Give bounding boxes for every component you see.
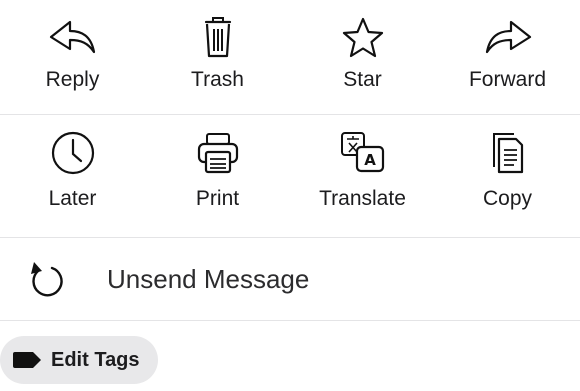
printer-icon [194, 131, 242, 175]
translate-button[interactable]: A Translate [290, 115, 435, 237]
tag-icon [12, 351, 42, 369]
tags-area: Edit Tags [0, 321, 580, 391]
forward-button[interactable]: Forward [435, 0, 580, 114]
forward-label: Forward [468, 68, 547, 91]
copy-icon [484, 131, 532, 175]
forward-icon [484, 16, 532, 60]
star-label: Star [343, 68, 382, 91]
reply-label: Reply [45, 68, 100, 91]
copy-button[interactable]: Copy [435, 115, 580, 237]
translate-icon: A [339, 131, 387, 175]
undo-icon [28, 259, 64, 299]
star-button[interactable]: Star [290, 0, 435, 114]
edit-tags-button[interactable]: Edit Tags [0, 336, 158, 384]
edit-tags-label: Edit Tags [51, 348, 140, 371]
trash-icon [194, 16, 242, 60]
action-sheet: Reply Trash Star Forward Later Print A T… [0, 0, 580, 391]
clock-icon [49, 131, 97, 175]
trash-label: Trash [191, 68, 244, 91]
print-label: Print [195, 187, 240, 210]
actions-row-2: Later Print A Translate Copy [0, 115, 580, 237]
reply-icon [49, 16, 97, 60]
later-button[interactable]: Later [0, 115, 145, 237]
unsend-message-button[interactable]: Unsend Message [0, 238, 580, 320]
star-icon [339, 16, 387, 60]
actions-row-1: Reply Trash Star Forward [0, 0, 580, 114]
copy-label: Copy [482, 187, 533, 210]
svg-text:A: A [364, 151, 376, 169]
unsend-message-label: Unsend Message [107, 264, 310, 294]
reply-button[interactable]: Reply [0, 0, 145, 114]
print-button[interactable]: Print [145, 115, 290, 237]
translate-label: Translate [319, 187, 406, 210]
later-label: Later [48, 187, 97, 210]
trash-button[interactable]: Trash [145, 0, 290, 114]
